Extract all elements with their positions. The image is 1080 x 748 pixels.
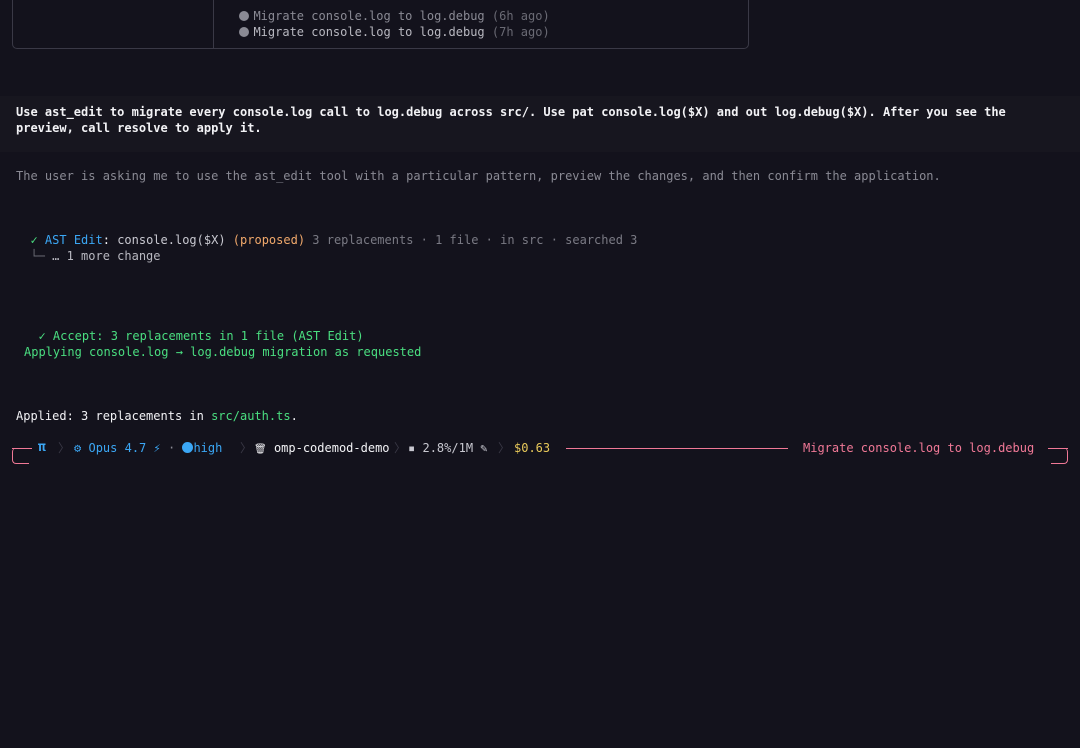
tool-status-badge: (proposed) bbox=[232, 233, 306, 247]
more-changes-label: … 1 more change bbox=[52, 249, 161, 263]
user-message-line: preview, call resolve to apply it. bbox=[16, 121, 262, 135]
status-bar-left-rule bbox=[12, 448, 32, 449]
session-status-icon bbox=[239, 27, 250, 37]
result-prefix: Applied: 3 replacements in bbox=[16, 409, 212, 423]
effort-level: high bbox=[193, 441, 223, 455]
wand-icon: ✎ bbox=[480, 441, 488, 455]
context-usage: ▪ 2.8%/1M ✎ bbox=[408, 440, 488, 456]
status-bar-rule bbox=[566, 448, 788, 449]
chevron-right-icon: 〉 bbox=[394, 441, 407, 455]
chevron-right-icon: 〉 bbox=[240, 441, 253, 455]
effort-dot-icon bbox=[182, 442, 194, 453]
bolt-icon: ⚡ bbox=[153, 441, 161, 455]
context-label: 2.8%/1M bbox=[422, 441, 474, 455]
user-message: Use ast_edit to migrate every console.lo… bbox=[0, 96, 1080, 152]
result-message: Applied: 3 replacements in src/auth.ts. bbox=[16, 408, 298, 424]
accept-text: Accept: 3 replacements in 1 file (AST Ed… bbox=[52, 329, 364, 343]
status-bar-left-bracket bbox=[12, 448, 29, 464]
session-cost: $0.63 bbox=[514, 441, 551, 455]
model-selector[interactable]: ⚙ Opus 4.7 ⚡ · high bbox=[74, 440, 222, 456]
model-name: Opus 4.7 bbox=[88, 441, 147, 455]
result-suffix: . bbox=[290, 409, 298, 423]
accept-line: ✓ Accept: 3 replacements in 1 file (AST … bbox=[24, 312, 364, 344]
accept-reason: Applying console.log → log.debug migrati… bbox=[24, 345, 422, 359]
status-bar-right-bracket bbox=[1051, 448, 1068, 464]
tool-more-changes[interactable]: └─ … 1 more change bbox=[16, 232, 161, 264]
result-file-link[interactable]: src/auth.ts bbox=[211, 409, 290, 423]
assistant-thinking: The user is asking me to use the ast_edi… bbox=[16, 169, 941, 183]
chevron-right-icon: 〉 bbox=[58, 441, 71, 455]
window-icon: ▪ bbox=[408, 441, 416, 455]
status-bar: π 〉 ⚙ Opus 4.7 ⚡ · high 〉 🗑 omp-codemod-… bbox=[12, 440, 1068, 464]
session-age: (7h ago) bbox=[491, 25, 550, 39]
model-icon: ⚙ bbox=[74, 441, 82, 455]
separator: · bbox=[167, 441, 176, 455]
session-title: Migrate console.log to log.debug bbox=[253, 25, 485, 39]
user-message-line: Use ast_edit to migrate every console.lo… bbox=[16, 105, 1006, 119]
chevron-right-icon: 〉 bbox=[498, 441, 511, 455]
tree-branch-icon: └─ bbox=[30, 249, 45, 263]
panel-divider bbox=[213, 0, 214, 48]
project-name[interactable]: 🗑 omp-codemod-demo bbox=[254, 440, 390, 458]
folder-icon: 🗑 bbox=[254, 444, 267, 455]
project-label: omp-codemod-demo bbox=[273, 441, 390, 455]
session-item[interactable]: Migrate console.log to log.debug (7h ago… bbox=[225, 8, 550, 40]
check-icon: ✓ bbox=[38, 329, 46, 343]
session-title-label: Migrate console.log to log.debug bbox=[803, 441, 1035, 455]
pi-logo-icon: π bbox=[38, 440, 46, 455]
tool-summary: 3 replacements · 1 file · in src · searc… bbox=[312, 233, 638, 247]
